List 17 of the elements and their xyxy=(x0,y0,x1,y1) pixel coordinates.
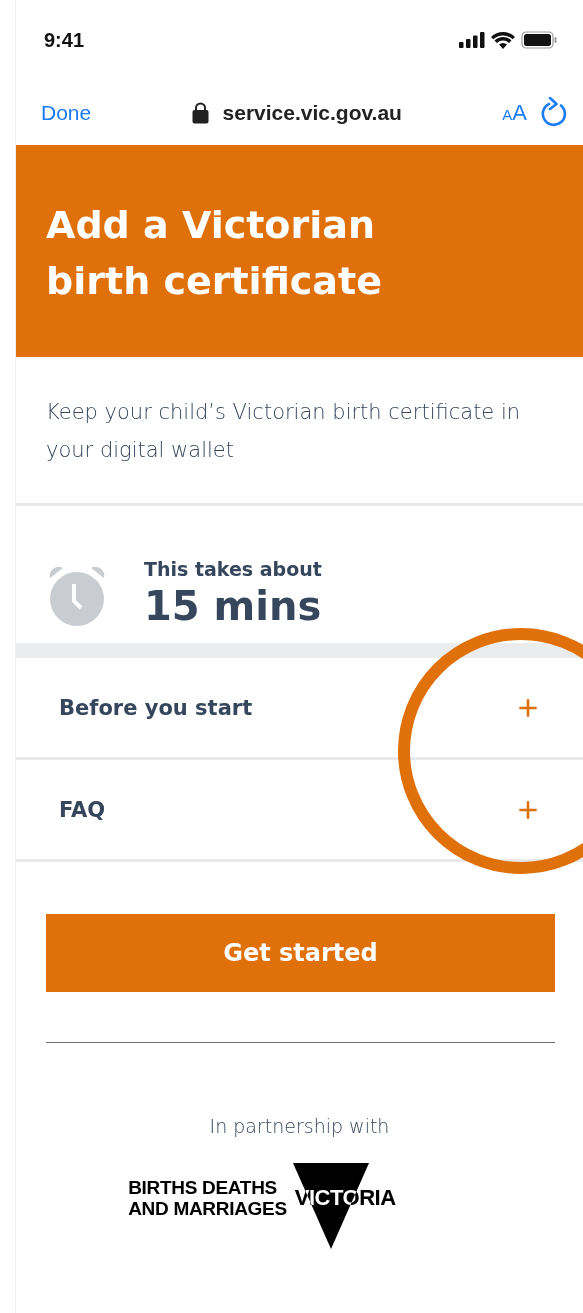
battery-icon xyxy=(521,31,557,49)
done-link[interactable]: Done xyxy=(41,100,92,125)
duration-value: 15 mins xyxy=(144,581,322,631)
page-title: Add a Victorian birth certificate xyxy=(46,202,383,305)
lock-icon xyxy=(191,101,209,124)
intro-text: Keep your child’s Victorian birth certificate in your digital wallet xyxy=(16,357,583,506)
logo-text: AND MARRIAGES xyxy=(128,1198,287,1219)
url-text: service.vic.gov.au xyxy=(222,100,402,125)
logo-text: BIRTHS DEATHS xyxy=(128,1177,278,1198)
get-started-button[interactable]: Get started xyxy=(46,914,555,992)
text-size-button[interactable]: AA xyxy=(502,99,527,126)
partnership-text: In partnership with xyxy=(208,1115,391,1137)
wifi-icon xyxy=(491,31,515,49)
duration-label: This takes about xyxy=(144,557,322,580)
signal-icon xyxy=(459,32,485,48)
status-time: 9:41 xyxy=(44,28,85,52)
reload-button[interactable] xyxy=(541,96,569,129)
